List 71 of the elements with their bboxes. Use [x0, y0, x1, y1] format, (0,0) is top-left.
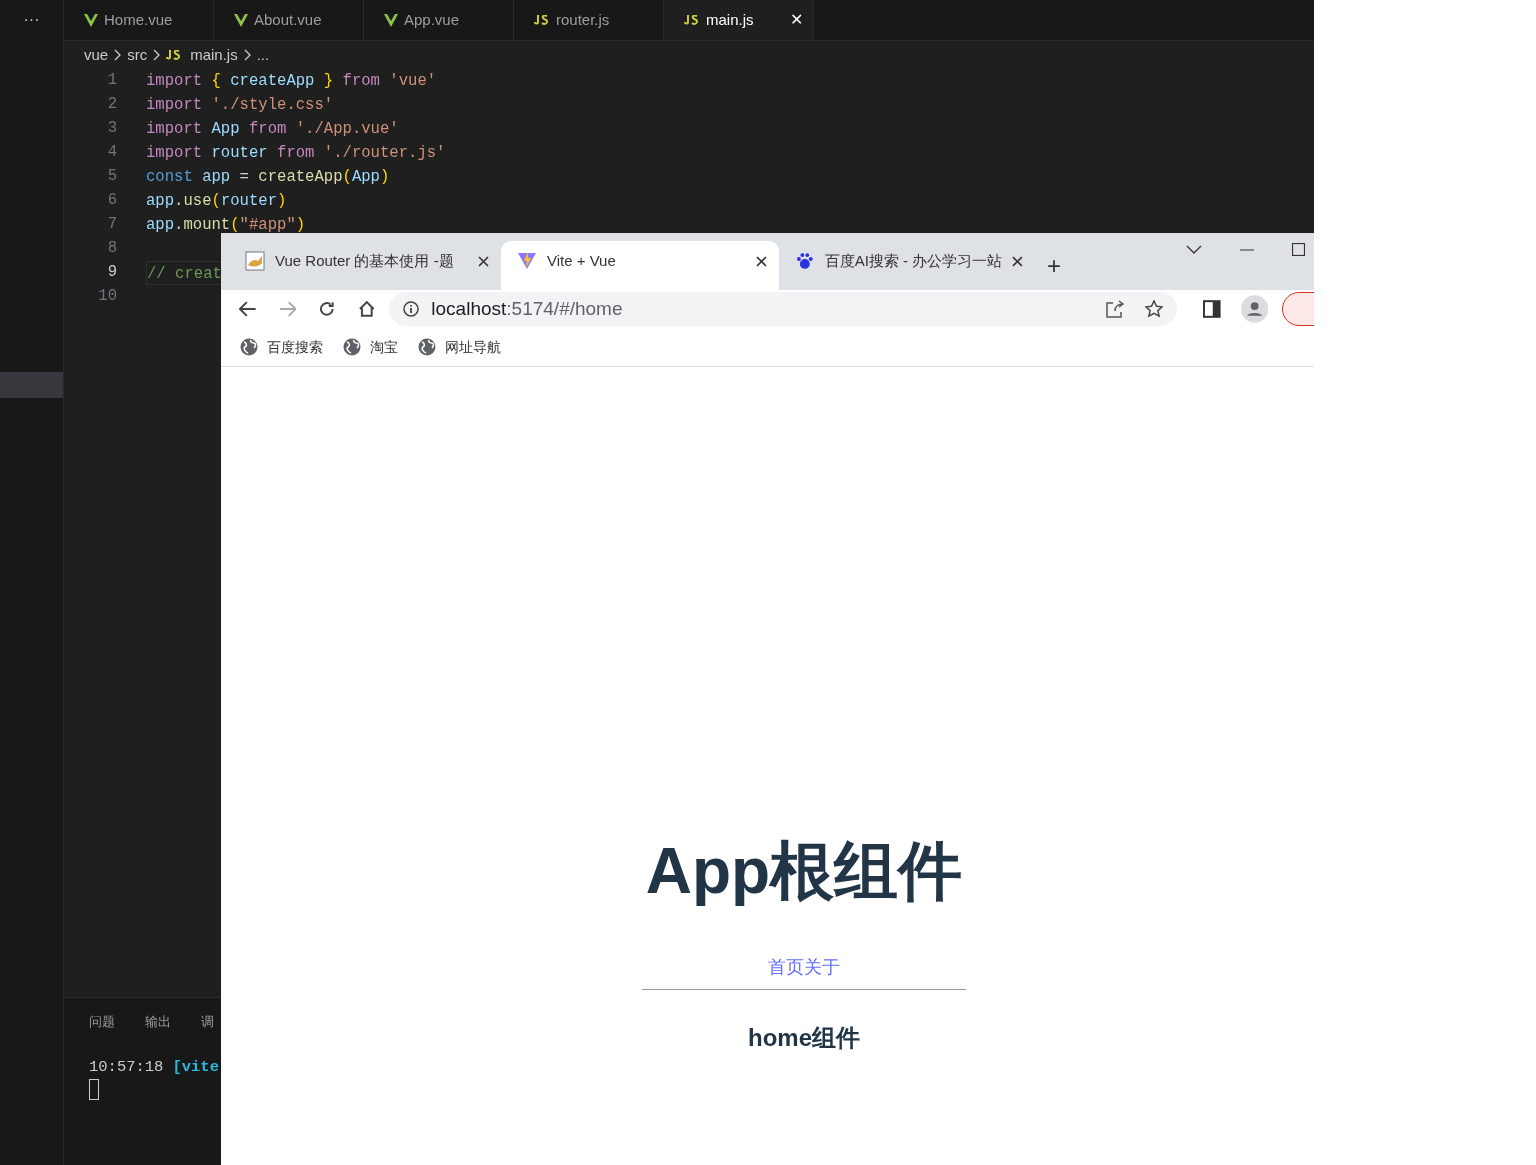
vue-file-icon — [234, 13, 248, 27]
terminal-text: [vite — [172, 1056, 219, 1078]
close-icon[interactable] — [478, 255, 489, 267]
star-icon[interactable] — [1145, 300, 1164, 318]
paw-favicon-icon — [795, 251, 815, 271]
line-number: 1 — [106, 70, 117, 92]
breadcrumb-item[interactable]: vue — [84, 43, 109, 67]
code-line: app.mount("#app") — [146, 215, 306, 236]
code-line: import App from './App.vue' — [146, 119, 399, 140]
browser-tab[interactable]: 百度AI搜索 - 办公学习一站 — [779, 241, 1035, 281]
new-tab-button[interactable]: + — [1047, 254, 1061, 278]
close-icon[interactable] — [756, 255, 767, 267]
vue-file-icon — [84, 13, 98, 27]
chevron-right-icon — [114, 49, 122, 61]
bookmark[interactable]: 网址导航 — [418, 336, 501, 358]
lightning-favicon-icon — [517, 251, 537, 271]
share-icon[interactable] — [1105, 300, 1126, 318]
line-number: 8 — [106, 238, 117, 260]
terminal-cursor — [89, 1078, 99, 1100]
nav-link[interactable]: 关于 — [804, 954, 840, 981]
code-line: import './style.css' — [146, 95, 334, 116]
side-panel-icon[interactable] — [1203, 300, 1221, 318]
editor-tab[interactable]: main.js ✕ — [664, 0, 814, 40]
vue-file-icon — [384, 13, 398, 27]
line-number: 2 — [106, 94, 117, 116]
line-number: 7 — [106, 214, 117, 236]
line-number: 3 — [106, 118, 117, 140]
more-actions-button[interactable]: ··· — [23, 8, 40, 32]
breadcrumb-item[interactable]: src — [127, 43, 148, 67]
line-number: 9 — [106, 262, 117, 284]
terminal-text: 10:57:18 — [89, 1056, 164, 1078]
globe-icon — [418, 338, 436, 356]
js-file-icon — [166, 50, 183, 60]
close-icon[interactable]: ✕ — [790, 8, 803, 32]
nav-link[interactable]: 首页 — [768, 954, 804, 981]
panel-tab[interactable]: 输出 — [145, 1012, 171, 1032]
chevron-right-icon — [153, 49, 161, 61]
code-line: const app = createApp(App) — [146, 167, 390, 188]
url-text: localhost:5174/#/home — [431, 296, 623, 321]
bookmark[interactable]: 百度搜索 — [240, 336, 323, 358]
panel-tab[interactable]: 问题 — [89, 1012, 115, 1032]
code-line: app.use(router) — [146, 191, 287, 212]
info-icon — [403, 301, 420, 317]
profile-icon[interactable] — [1240, 295, 1269, 323]
address-bar[interactable]: localhost:5174/#/home — [389, 292, 1178, 326]
home-icon[interactable] — [357, 300, 376, 318]
line-number: 5 — [106, 166, 117, 188]
selection-highlight — [0, 372, 63, 398]
page-heading: App根组件 — [645, 834, 963, 909]
page-subheading: home组件 — [748, 1023, 860, 1053]
panel-tab[interactable]: 调 — [201, 1012, 214, 1032]
js-file-icon — [684, 15, 700, 25]
line-number: 10 — [97, 286, 117, 308]
globe-icon — [343, 338, 361, 356]
line-number: 6 — [106, 190, 117, 212]
chevron-right-icon — [243, 49, 251, 61]
maximize-icon[interactable] — [1292, 243, 1305, 256]
code-line: import router from './router.js' — [146, 143, 446, 164]
js-file-icon — [534, 15, 550, 25]
chevron-down-icon[interactable] — [1186, 244, 1202, 255]
minimize-icon[interactable] — [1240, 248, 1254, 251]
bookmark[interactable]: 淘宝 — [343, 336, 398, 358]
line-number: 4 — [106, 142, 117, 164]
browser-tab[interactable]: Vite + Vue — [501, 241, 779, 290]
breadcrumb-item[interactable]: main.js — [190, 43, 238, 67]
close-icon[interactable] — [1012, 255, 1023, 267]
breadcrumb-item[interactable]: ... — [256, 43, 270, 67]
code-line: import { createApp } from 'vue' — [146, 71, 437, 92]
globe-icon — [240, 338, 258, 356]
back-icon[interactable] — [239, 301, 257, 317]
reload-icon[interactable] — [318, 300, 336, 318]
